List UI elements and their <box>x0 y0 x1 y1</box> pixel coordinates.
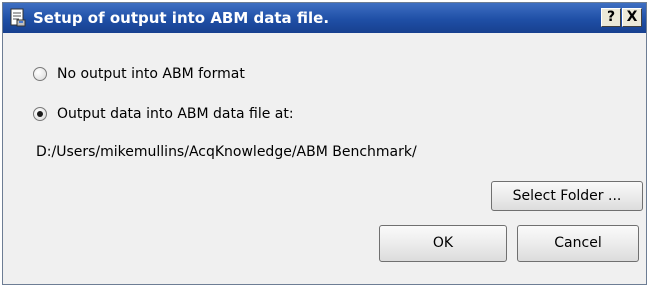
close-button[interactable]: X <box>622 8 642 27</box>
select-folder-button[interactable]: Select Folder ... <box>491 181 643 211</box>
title-bar[interactable]: Setup of output into ABM data file. ? X <box>3 3 646 33</box>
setup-document-icon <box>9 8 27 28</box>
window-title: Setup of output into ABM data file. <box>33 9 330 27</box>
output-label: Output data into ABM data file at: <box>57 106 294 122</box>
no-output-label: No output into ABM format <box>57 66 245 82</box>
output-path-text: D:/Users/mikemullins/AcqKnowledge/ABM Be… <box>36 144 417 160</box>
ok-button[interactable]: OK <box>379 225 507 262</box>
setup-dialog: Setup of output into ABM data file. ? X … <box>2 2 647 285</box>
help-button[interactable]: ? <box>601 8 621 27</box>
output-radio[interactable] <box>33 107 47 121</box>
no-output-option[interactable]: No output into ABM format <box>33 64 245 84</box>
output-option[interactable]: Output data into ABM data file at: <box>33 104 294 124</box>
radio-selected-dot <box>37 111 43 117</box>
cancel-button[interactable]: Cancel <box>517 225 639 262</box>
no-output-radio[interactable] <box>33 67 47 81</box>
